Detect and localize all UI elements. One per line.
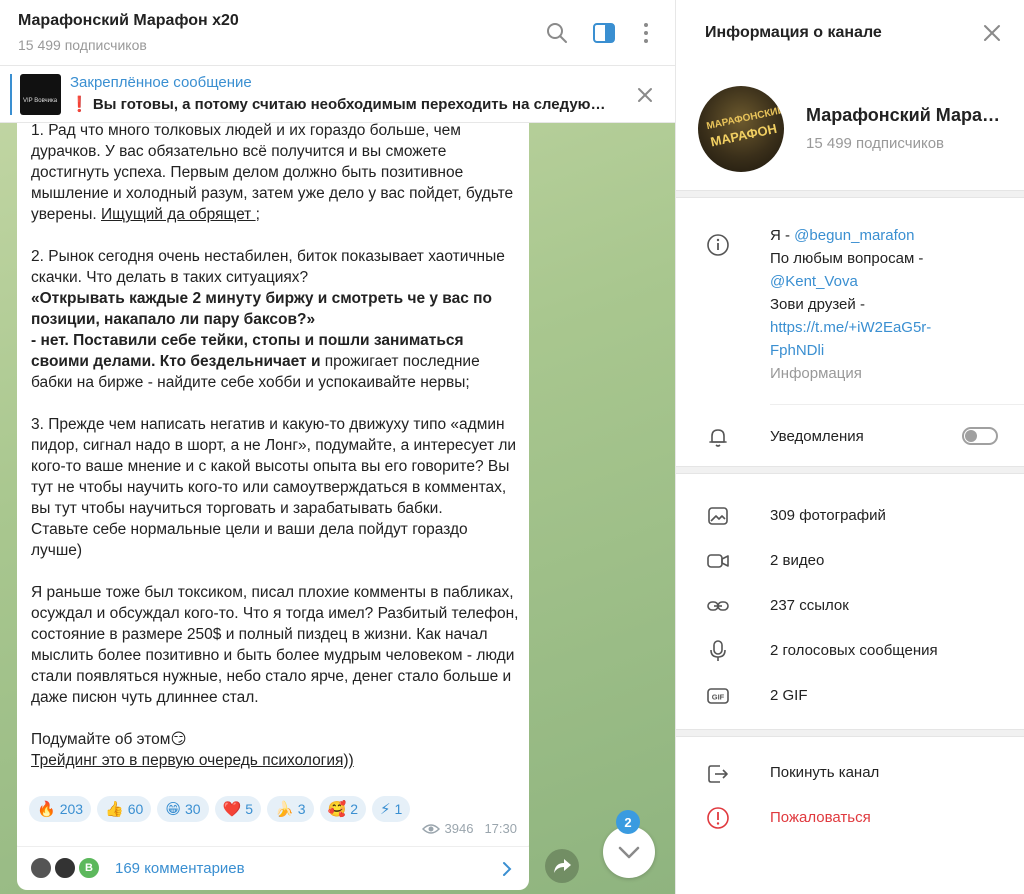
chat-header[interactable]: Марафонский Марафон x20 15 499 подписчик…: [0, 0, 675, 66]
comments-count[interactable]: 169 комментариев: [115, 860, 245, 877]
commenter-avatar: [29, 856, 53, 880]
about-contact-link[interactable]: @Kent_Vova: [770, 270, 1010, 293]
reaction-emoji: 🍌: [275, 801, 294, 818]
msg-p4: Я раньше тоже был токсиком, писал плохие…: [31, 584, 519, 706]
channel-avatar[interactable]: МАРАФОНСКИЙ МАРАФОН: [698, 86, 784, 172]
reaction-count: 203: [59, 801, 84, 817]
pinned-thumb-label: VIP Вовчика: [23, 98, 58, 104]
reaction-count: 30: [184, 801, 201, 817]
views-eye-icon: [421, 823, 440, 834]
reaction-heart[interactable]: ❤️ 5: [214, 796, 262, 822]
about-line2: По любым вопросам -: [770, 250, 924, 267]
pinned-title: Закреплённое сообщение: [70, 74, 252, 91]
reaction-banana[interactable]: 🍌 3: [267, 796, 314, 822]
section-divider: [676, 190, 1024, 198]
share-button[interactable]: [545, 849, 579, 883]
reaction-count: 1: [394, 801, 403, 817]
msg-p3: 3. Прежде чем написать негатив и какую-т…: [31, 416, 517, 517]
reaction-count: 3: [297, 801, 306, 817]
reaction-count: 60: [127, 801, 144, 817]
media-photos[interactable]: 309 фотографий: [770, 507, 886, 524]
msg-p5: Подумайте об этом😏: [31, 731, 187, 748]
commenter-avatar: B: [77, 856, 101, 880]
message-bubble[interactable]: 1. Рад что много толковых людей и их гор…: [17, 120, 529, 855]
reaction-love[interactable]: 🥰 2: [319, 796, 366, 822]
report-icon: [707, 807, 729, 829]
message-text: 1. Рад что много толковых людей и их гор…: [31, 120, 521, 771]
about-invite-link[interactable]: https://t.me/+iW2EaG5r-: [770, 316, 1010, 339]
reaction-emoji: 👍: [105, 801, 124, 818]
about-invite-link-cont[interactable]: FphNDli: [770, 339, 1010, 362]
about-line4: Зови друзей -: [770, 296, 865, 313]
media-videos[interactable]: 2 видео: [770, 552, 824, 569]
leave-icon: [708, 765, 728, 783]
channel-info-panel: Информация о канале МАРАФОНСКИЙ МАРАФОН …: [675, 0, 1024, 894]
reaction-emoji: 😁: [165, 801, 181, 818]
row-divider: [770, 404, 1024, 405]
notifications-label: Уведомления: [770, 428, 864, 445]
reaction-grin[interactable]: 😁 30: [157, 796, 209, 822]
gif-icon: GIF: [707, 688, 729, 704]
message-meta: 3946 17:30: [421, 821, 517, 836]
more-menu-icon[interactable]: [633, 20, 659, 46]
photo-icon: [708, 507, 728, 525]
section-divider: [676, 729, 1024, 737]
commenter-avatar: [53, 856, 77, 880]
views-count: 3946: [444, 821, 474, 836]
pinned-thumbnail: VIP Вовчика: [20, 74, 61, 115]
media-voice[interactable]: 2 голосовых сообщения: [770, 642, 938, 659]
msg-p3b: Ставьте себе нормальные цели и ваши дела…: [31, 521, 468, 559]
reaction-emoji: ⚡: [379, 801, 391, 818]
microphone-icon: [710, 640, 726, 661]
channel-name: Марафонский Марафон x20: [806, 105, 1006, 125]
message-time: 17:30: [484, 821, 517, 836]
channel-description: Я - @begun_marafon По любым вопросам - @…: [770, 224, 1010, 385]
pinned-message[interactable]: VIP Вовчика Закреплённое сообщение ❗ Вы …: [0, 66, 675, 123]
video-icon: [707, 554, 729, 568]
comments-bar[interactable]: B 169 комментариев: [17, 846, 529, 890]
unread-badge: 2: [616, 810, 640, 834]
section-divider: [676, 466, 1024, 474]
reaction-emoji: ❤️: [222, 801, 242, 818]
media-links[interactable]: 237 ссылок: [770, 597, 849, 614]
about-username-link[interactable]: @begun_marafon: [794, 227, 914, 244]
media-gifs[interactable]: 2 GIF: [770, 687, 808, 704]
about-prefix: Я -: [770, 227, 795, 244]
report-button[interactable]: Пожаловаться: [770, 809, 871, 826]
reaction-count: 5: [245, 801, 254, 817]
reaction-thumbs-up[interactable]: 👍 60: [97, 796, 152, 822]
bell-icon: [709, 429, 727, 447]
svg-text:GIF: GIF: [712, 693, 725, 702]
reactions-bar: 🔥 203 👍 60 😁 30 ❤️ 5 🍌 3 🥰 2 ⚡ 1: [29, 796, 411, 822]
reaction-count: 2: [350, 801, 358, 817]
reaction-emoji: 🥰: [327, 801, 347, 818]
msg-p2a: 2. Рынок сегодня очень нестабилен, биток…: [31, 248, 505, 286]
pinned-indicator: [10, 74, 12, 115]
pinned-text: ❗ Вы готовы, а потому считаю необходимым…: [70, 96, 610, 113]
toggle-knob: [965, 430, 977, 442]
leave-channel-button[interactable]: Покинуть канал: [770, 764, 879, 781]
info-icon: [707, 234, 729, 256]
notifications-toggle[interactable]: [962, 427, 998, 445]
chat-area: Марафонский Марафон x20 15 499 подписчик…: [0, 0, 675, 894]
channel-subscribers: 15 499 подписчиков: [806, 135, 945, 152]
link-icon: [707, 601, 729, 611]
chat-title[interactable]: Марафонский Марафон x20: [18, 12, 239, 30]
msg-p2b: «Открывать каждые 2 минуту биржу и смотр…: [31, 290, 493, 328]
about-caption: Информация: [770, 365, 862, 382]
reaction-fire[interactable]: 🔥 203: [29, 796, 92, 822]
close-icon[interactable]: [981, 22, 1003, 44]
info-panel-title: Информация о канале: [705, 24, 882, 41]
search-icon[interactable]: [544, 20, 570, 46]
sidebar-toggle-icon[interactable]: [591, 20, 617, 46]
msg-p1-link[interactable]: Ищущий да обрящет: [101, 206, 256, 223]
msg-p5-link: Трейдинг это в первую очередь психология…: [31, 752, 354, 769]
reaction-lightning[interactable]: ⚡ 1: [371, 796, 411, 822]
close-pinned-icon[interactable]: [634, 84, 656, 106]
share-arrow-icon: [554, 859, 571, 873]
msg-p1-end: ;: [255, 206, 260, 223]
reaction-emoji: 🔥: [37, 801, 56, 818]
chevron-right-icon[interactable]: [501, 860, 513, 878]
chat-subscribers: 15 499 подписчиков: [18, 37, 147, 53]
